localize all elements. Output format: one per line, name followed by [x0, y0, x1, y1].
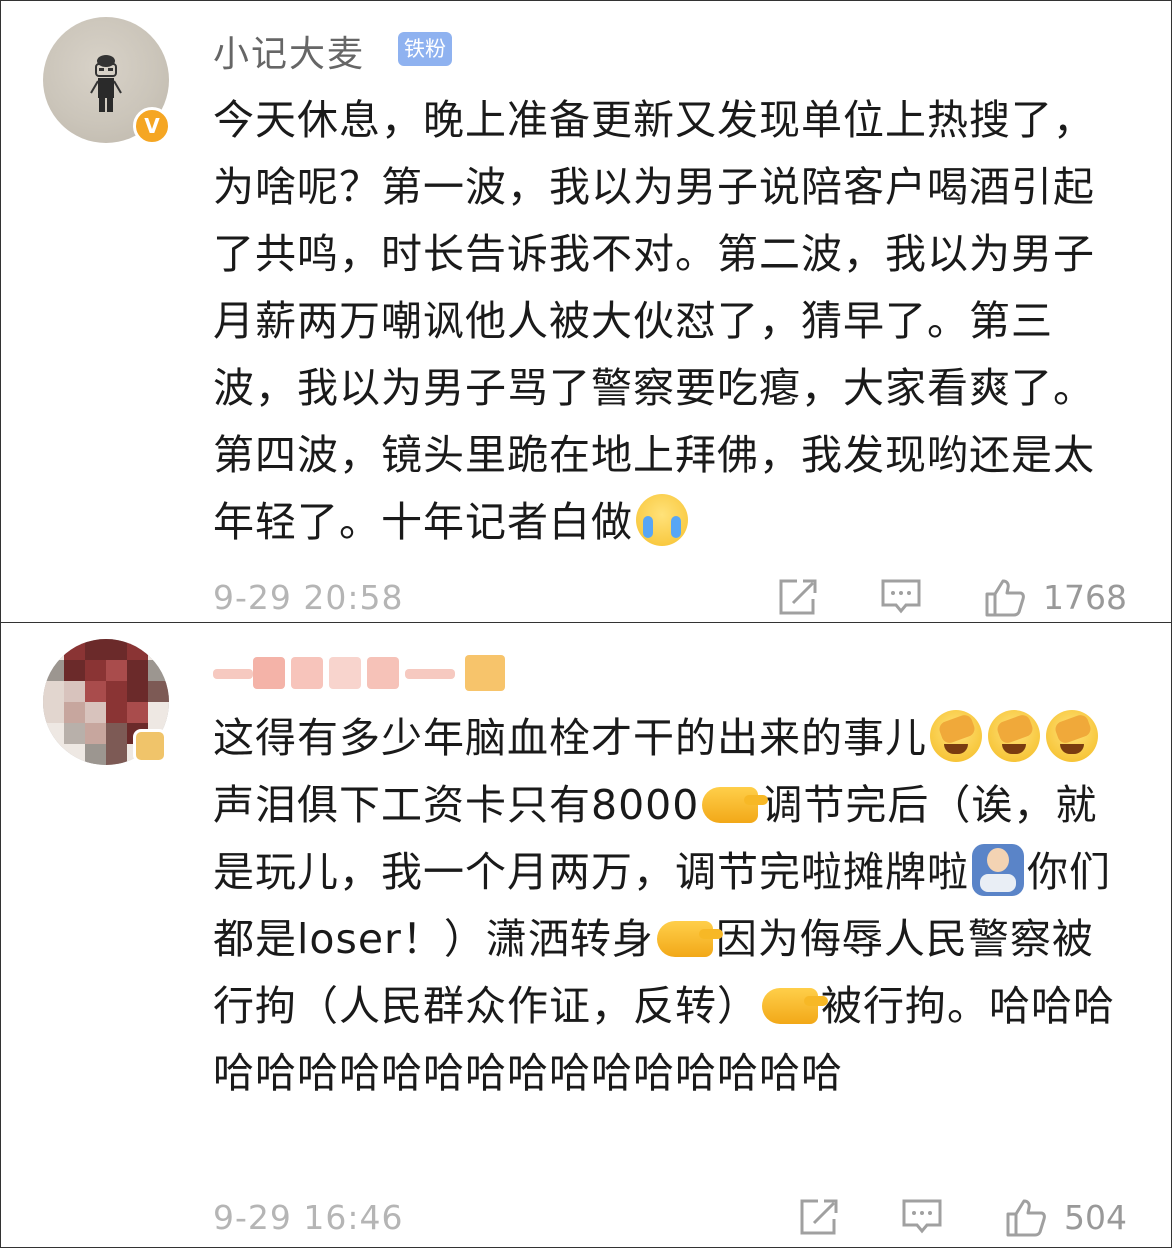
pointing-hand-icon: [656, 921, 723, 957]
action-bar: 504: [736, 1197, 1127, 1237]
fan-badge: 铁粉: [398, 32, 452, 66]
pointing-hand-icon: [762, 988, 828, 1024]
crying-face-icon: [636, 494, 688, 546]
action-bar: 1768: [715, 577, 1127, 617]
comment-text-segment: 今天休息，晚上准备更新又发现单位上热搜了，为啥呢？第一波，我以为男子说陪客户喝酒…: [213, 96, 1095, 546]
username[interactable]: 小记大麦: [213, 25, 365, 77]
comment-text: 这得有多少年脑血栓才干的出来的事儿声泪俱下工资卡只有8000 调节完后（诶，就是玩…: [213, 705, 1133, 1107]
pointing-hand-icon: [702, 787, 769, 823]
comment-button[interactable]: [879, 577, 923, 617]
like-button[interactable]: 1768: [983, 577, 1127, 617]
comment-footer: 9-29 20:58 1768: [213, 575, 1127, 619]
comment-text: 今天休息，晚上准备更新又发现单位上热搜了，为啥呢？第一波，我以为男子说陪客户喝酒…: [213, 87, 1133, 556]
comment-card: V 小记大麦 铁粉 今天休息，晚上准备更新又发现单位上热搜了，为啥呢？第一波，我…: [0, 0, 1172, 622]
share-button[interactable]: [775, 577, 819, 617]
timestamp: 9-29 16:46: [213, 1197, 404, 1237]
share-icon: [779, 579, 817, 615]
like-count: 504: [1064, 1197, 1127, 1237]
comment-text-segment: 声泪俱下工资卡只有8000: [213, 781, 700, 829]
person-shrugging-icon: [972, 844, 1024, 896]
facepalm-laugh-icon: [988, 710, 1040, 762]
blurred-username[interactable]: [213, 653, 513, 693]
comment-footer: 9-29 16:46 504: [213, 1195, 1127, 1239]
comment-icon: [902, 1199, 942, 1234]
facepalm-laugh-icon: [930, 710, 982, 762]
share-button[interactable]: [796, 1197, 840, 1237]
verified-badge-icon: V: [133, 107, 171, 145]
like-icon: [985, 579, 1025, 617]
like-button[interactable]: 504: [1004, 1197, 1127, 1237]
timestamp: 9-29 20:58: [213, 577, 404, 617]
like-count: 1768: [1043, 577, 1127, 617]
like-icon: [1006, 1199, 1046, 1237]
comment-button[interactable]: [900, 1197, 944, 1237]
share-icon: [800, 1199, 838, 1235]
comment-icon: [881, 579, 921, 614]
comment-text-segment: 这得有多少年脑血栓才干的出来的事儿: [213, 714, 927, 762]
facepalm-laugh-icon: [1046, 710, 1098, 762]
comment-card: 这得有多少年脑血栓才干的出来的事儿声泪俱下工资卡只有8000 调节完后（诶，就是玩…: [0, 622, 1172, 1248]
member-badge-icon: [133, 729, 167, 763]
